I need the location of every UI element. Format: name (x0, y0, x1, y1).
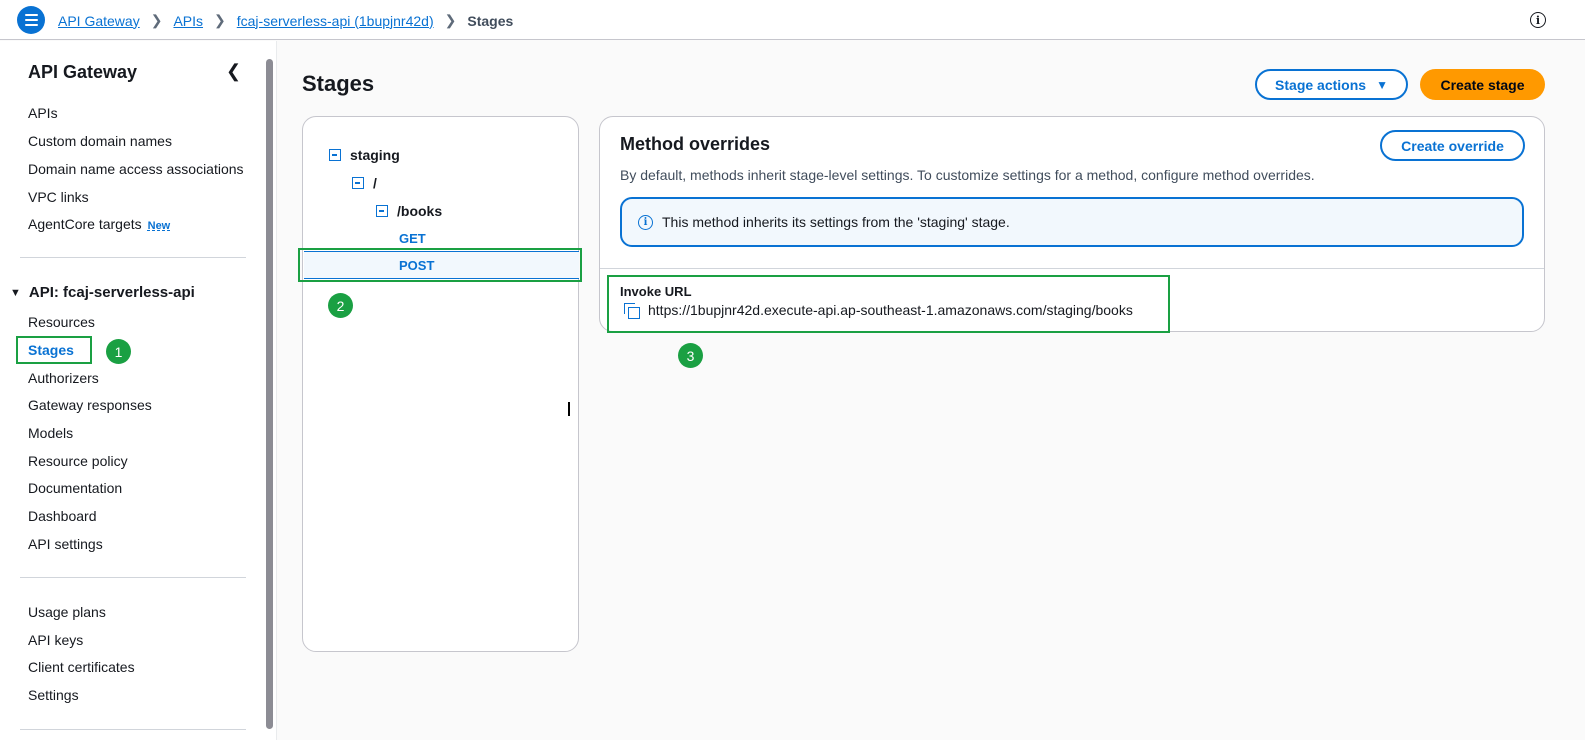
tree-node-books[interactable]: /books (376, 203, 442, 219)
menu-icon[interactable] (17, 6, 45, 34)
chevron-right-icon: ❯ (444, 12, 457, 28)
sidebar-item-vpc-links[interactable]: VPC links (28, 189, 89, 205)
tree-node-label: / (373, 175, 377, 191)
divider (20, 257, 246, 258)
sidebar-item-authorizers[interactable]: Authorizers (28, 370, 99, 386)
sidebar-item-documentation[interactable]: Documentation (28, 480, 122, 496)
annotation-badge-3: 3 (678, 343, 703, 368)
sidebar-item-api-settings[interactable]: API settings (28, 536, 103, 552)
info-icon: i (638, 214, 653, 230)
caret-down-icon: ▼ (1376, 77, 1388, 92)
annotation-badge-1: 1 (106, 339, 131, 364)
divider (20, 729, 246, 730)
sidebar-item-custom-domain-names[interactable]: Custom domain names (28, 133, 172, 149)
api-section-label: API: fcaj-serverless-api (28, 284, 195, 301)
breadcrumb: API Gateway ❯ APIs ❯ fcaj-serverless-api… (58, 12, 513, 29)
sidebar-item-label: AgentCore targets (28, 216, 142, 232)
annotation-badge-2: 2 (328, 293, 353, 318)
breadcrumb-api-gateway[interactable]: API Gateway (58, 13, 140, 29)
highlight-box-post (298, 248, 582, 282)
breadcrumb-current: Stages (467, 12, 514, 29)
info-alert-text: This method inherits its settings from t… (662, 214, 1010, 230)
new-badge: New (147, 220, 171, 232)
breadcrumb-api[interactable]: fcaj-serverless-api (1bupjnr42d) (237, 13, 434, 29)
divider (600, 268, 1544, 269)
chevron-right-icon: ❯ (214, 12, 226, 28)
sidebar: API Gateway ❮ APIs Custom domain names D… (0, 41, 262, 740)
info-icon[interactable]: i (1530, 12, 1546, 28)
sidebar-item-apis[interactable]: APIs (28, 105, 58, 121)
collapse-minus-icon[interactable] (376, 205, 388, 217)
highlight-box-stages (16, 336, 92, 364)
sidebar-item-usage-plans[interactable]: Usage plans (28, 604, 106, 620)
tree-node-label: staging (350, 147, 400, 163)
inherit-info-alert: i This method inherits its settings from… (620, 197, 1524, 247)
create-stage-button[interactable]: Create stage (1420, 69, 1545, 100)
stage-actions-label: Stage actions (1275, 76, 1367, 93)
sidebar-item-agentcore[interactable]: AgentCore targets New (28, 216, 170, 232)
sidebar-scrollbar[interactable] (262, 41, 277, 740)
api-section-header[interactable]: ▼ API: fcaj-serverless-api (10, 284, 195, 301)
sidebar-title: API Gateway (28, 62, 138, 82)
page-title: Stages (302, 71, 375, 96)
collapse-minus-icon[interactable] (329, 149, 341, 161)
create-override-button[interactable]: Create override (1380, 130, 1525, 161)
text-cursor (568, 402, 570, 416)
stage-tree-panel: staging / /books GET POST (302, 116, 579, 652)
chevron-right-icon: ❯ (150, 12, 163, 28)
stage-actions-button[interactable]: Stage actions ▼ (1255, 69, 1408, 100)
scrollbar-thumb[interactable] (266, 59, 273, 729)
top-bar: API Gateway ❯ APIs ❯ fcaj-serverless-api… (0, 0, 1585, 40)
sidebar-item-api-keys[interactable]: API keys (28, 632, 83, 648)
tree-node-root[interactable]: / (352, 175, 377, 191)
caret-down-icon: ▼ (10, 286, 21, 299)
sidebar-item-gateway-responses[interactable]: Gateway responses (28, 397, 152, 413)
collapse-minus-icon[interactable] (352, 177, 364, 189)
divider (20, 577, 246, 578)
tree-node-staging[interactable]: staging (329, 147, 400, 163)
collapse-icon[interactable]: ❮ (226, 61, 241, 82)
tree-method-get[interactable]: GET (399, 231, 426, 246)
sidebar-item-domain-access[interactable]: Domain name access associations (28, 161, 244, 177)
sidebar-item-resources[interactable]: Resources (28, 314, 95, 330)
sidebar-item-dashboard[interactable]: Dashboard (28, 508, 97, 524)
method-overrides-description: By default, methods inherit stage-level … (620, 167, 1315, 183)
sidebar-item-models[interactable]: Models (28, 425, 73, 441)
sidebar-item-resource-policy[interactable]: Resource policy (28, 453, 128, 469)
highlight-box-invoke-url (607, 275, 1170, 333)
tree-node-label: /books (397, 203, 443, 219)
method-overrides-title: Method overrides (620, 134, 771, 154)
sidebar-item-settings[interactable]: Settings (28, 687, 79, 703)
sidebar-item-client-certificates[interactable]: Client certificates (28, 659, 135, 675)
breadcrumb-apis[interactable]: APIs (173, 13, 203, 29)
